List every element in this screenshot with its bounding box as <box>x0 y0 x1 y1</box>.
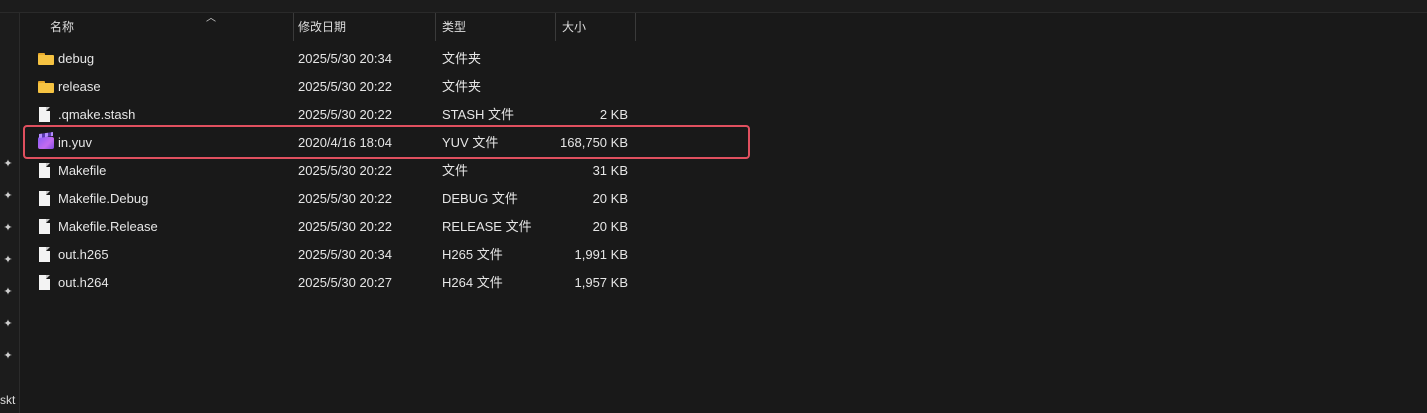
pin-icon[interactable]: ✦ <box>2 158 14 170</box>
file-name: out.h265 <box>58 247 109 262</box>
column-header-date[interactable]: 修改日期 <box>292 13 436 41</box>
file-list: debug 2025/5/30 20:34 文件夹 release 2025/5… <box>20 45 1427 297</box>
file-name: out.h264 <box>58 275 109 290</box>
sort-ascending-icon: ︿ <box>206 13 216 24</box>
file-size: 20 KB <box>592 191 628 206</box>
file-date: 2025/5/30 20:22 <box>298 79 392 94</box>
file-row-makefile-debug[interactable]: Makefile.Debug 2025/5/30 20:22 DEBUG 文件 … <box>20 185 1427 213</box>
file-type: RELEASE 文件 <box>442 219 532 234</box>
file-row-makefile[interactable]: Makefile 2025/5/30 20:22 文件 31 KB <box>20 157 1427 185</box>
file-date: 2025/5/30 20:22 <box>298 219 392 234</box>
pin-icon[interactable]: ✦ <box>2 350 14 362</box>
selection-highlight-box <box>23 125 750 159</box>
file-row-debug[interactable]: debug 2025/5/30 20:34 文件夹 <box>20 45 1427 73</box>
file-name: debug <box>58 51 95 66</box>
file-size: 1,957 KB <box>574 275 629 290</box>
file-date: 2025/5/30 20:34 <box>298 51 392 66</box>
column-header-name[interactable]: 名称 ︿ <box>44 13 294 41</box>
file-icon <box>39 163 50 178</box>
column-header-type-label: 类型 <box>442 20 467 34</box>
file-name: Makefile.Release <box>58 219 158 234</box>
file-name: release <box>58 79 101 94</box>
column-divider[interactable] <box>635 13 636 41</box>
folder-icon <box>38 53 54 65</box>
file-type: H265 文件 <box>442 247 503 262</box>
file-size: 31 KB <box>592 163 628 178</box>
column-header-type[interactable]: 类型 <box>436 13 556 41</box>
pin-icon[interactable]: ✦ <box>2 190 14 202</box>
pin-icon[interactable]: ✦ <box>2 286 14 298</box>
column-header-date-label: 修改日期 <box>298 20 347 34</box>
file-size: 20 KB <box>592 219 628 234</box>
file-size <box>556 73 628 101</box>
nav-item-label[interactable]: skt <box>0 393 15 407</box>
file-icon <box>39 107 50 122</box>
file-icon <box>39 191 50 206</box>
column-header-size-label: 大小 <box>562 20 587 34</box>
file-size: 1,991 KB <box>574 247 629 262</box>
column-header-row: 名称 ︿ 修改日期 类型 大小 <box>20 13 1427 41</box>
file-row-makefile-release[interactable]: Makefile.Release 2025/5/30 20:22 RELEASE… <box>20 213 1427 241</box>
file-size <box>556 45 628 73</box>
file-icon <box>39 219 50 234</box>
file-type: DEBUG 文件 <box>442 191 518 206</box>
pin-icon[interactable]: ✦ <box>2 222 14 234</box>
file-row-release[interactable]: release 2025/5/30 20:22 文件夹 <box>20 73 1427 101</box>
column-header-name-label: 名称 <box>50 20 75 34</box>
file-type: H264 文件 <box>442 275 503 290</box>
file-row-out-h265[interactable]: out.h265 2025/5/30 20:34 H265 文件 1,991 K… <box>20 241 1427 269</box>
file-date: 2025/5/30 20:27 <box>298 275 392 290</box>
file-date: 2025/5/30 20:22 <box>298 191 392 206</box>
pin-icon[interactable]: ✦ <box>2 254 14 266</box>
file-icon <box>39 247 50 262</box>
file-name: Makefile.Debug <box>58 191 149 206</box>
file-name: Makefile <box>58 163 107 178</box>
file-type: 文件夹 <box>442 79 482 94</box>
navigation-pane: ✦ ✦ ✦ ✦ ✦ ✦ ✦ skt <box>0 13 20 413</box>
file-date: 2025/5/30 20:22 <box>298 163 392 178</box>
file-row-out-h264[interactable]: out.h264 2025/5/30 20:27 H264 文件 1,957 K… <box>20 269 1427 297</box>
file-type: 文件 <box>442 163 469 178</box>
pin-icon[interactable]: ✦ <box>2 318 14 330</box>
folder-icon <box>38 81 54 93</box>
file-type: 文件夹 <box>442 51 482 66</box>
column-header-size[interactable]: 大小 <box>556 13 636 41</box>
file-date: 2025/5/30 20:34 <box>298 247 392 262</box>
file-icon <box>39 275 50 290</box>
